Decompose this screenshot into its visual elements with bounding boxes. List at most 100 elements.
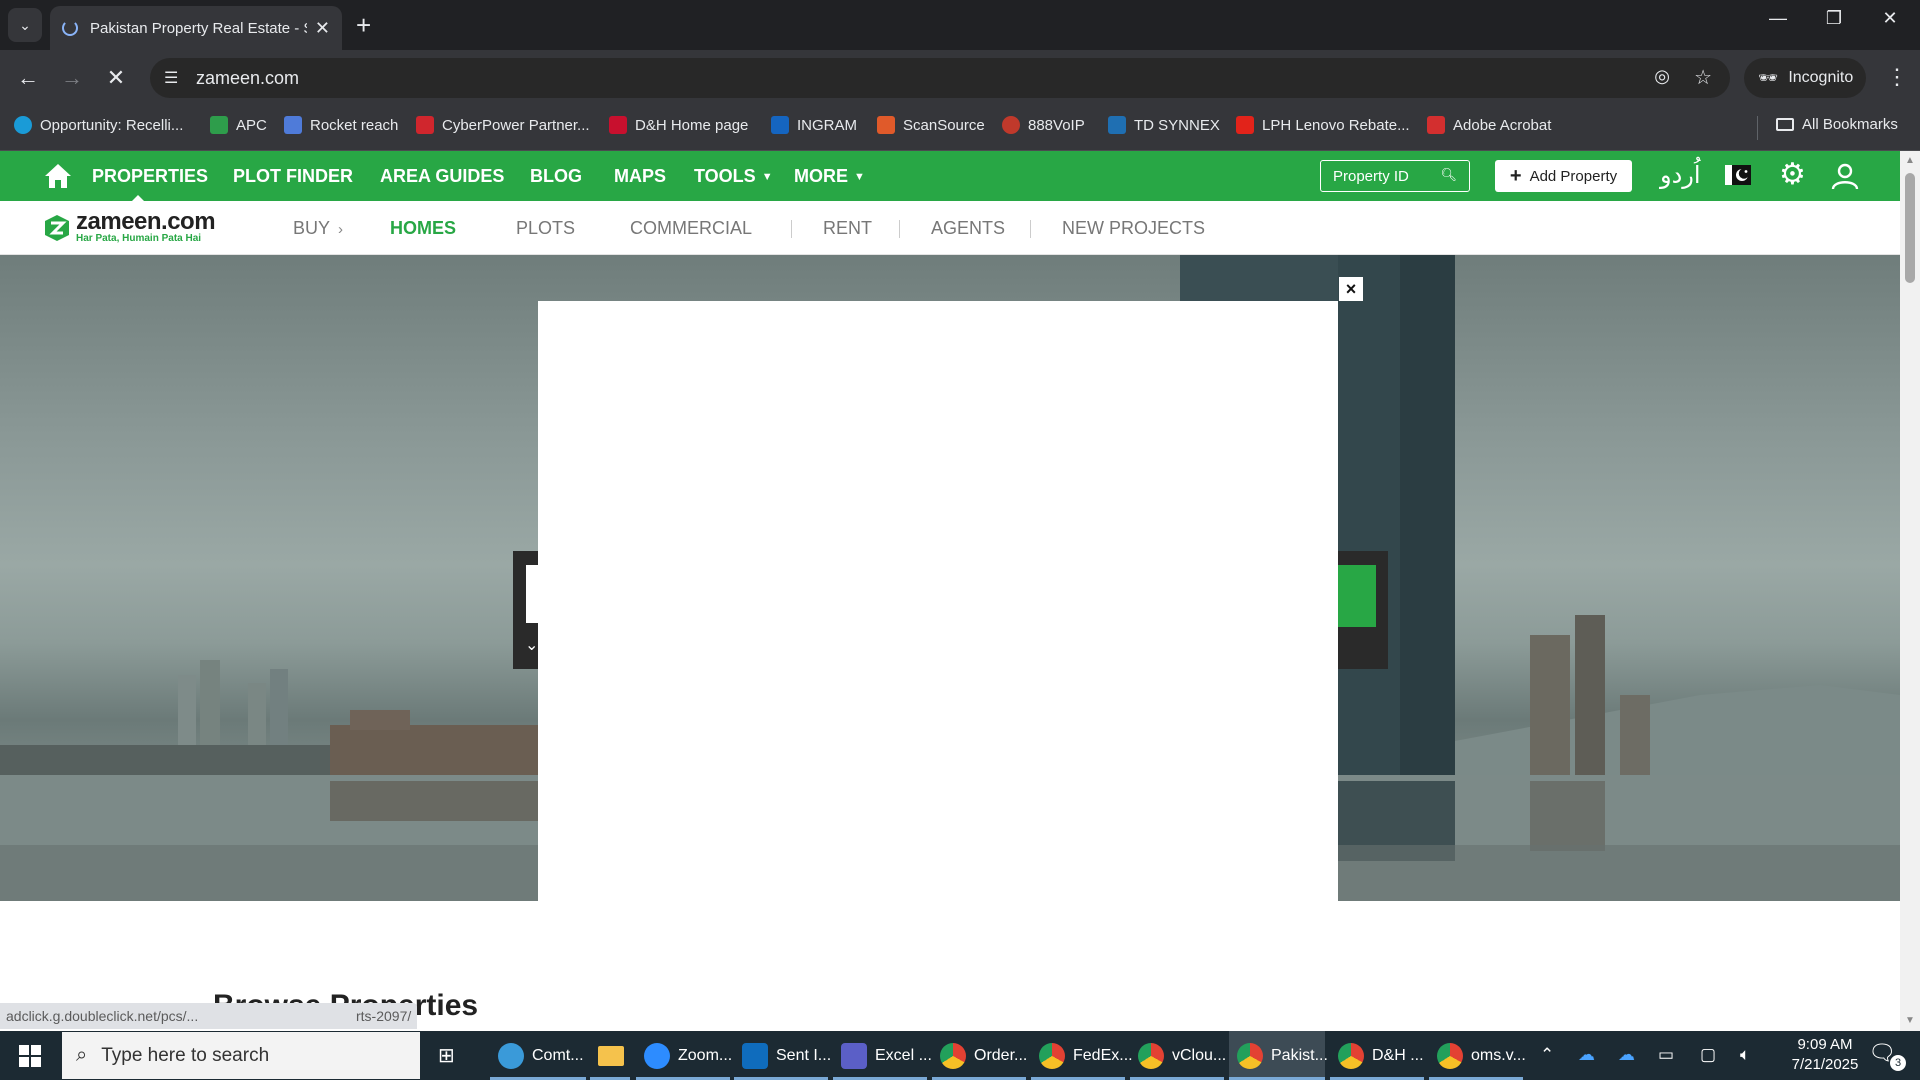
nav-tools[interactable]: TOOLS ▼ bbox=[694, 166, 773, 187]
tab-close-icon[interactable]: ✕ bbox=[315, 18, 330, 39]
minimize-icon[interactable]: — bbox=[1750, 8, 1806, 29]
windows-start-button[interactable] bbox=[0, 1031, 60, 1080]
nav-maps[interactable]: MAPS bbox=[614, 166, 666, 187]
incognito-label: Incognito bbox=[1788, 69, 1854, 86]
bookmarks-bar: Opportunity: Recelli... APC Rocket reach… bbox=[0, 106, 1920, 151]
status-url-left: adclick.g.doubleclick.net/pcs/... bbox=[6, 1008, 199, 1024]
taskbar-app-chrome-oms[interactable]: oms.v... bbox=[1429, 1031, 1526, 1080]
bookmark-rocket-reach[interactable]: Rocket reach bbox=[284, 116, 398, 134]
bookmark-888voip[interactable]: 888VoIP bbox=[1002, 116, 1085, 134]
ad-popup-modal[interactable] bbox=[538, 301, 1338, 901]
volume-icon[interactable]: 🔈︎ bbox=[1740, 1045, 1750, 1065]
taskbar-app-chrome-order[interactable]: Order... bbox=[932, 1031, 1027, 1080]
battery-icon[interactable]: ▭ bbox=[1658, 1045, 1674, 1065]
browser-tab-active[interactable]: Pakistan Property Real Estate - S ✕ bbox=[50, 6, 342, 50]
taskbar-app-chrome-pakistan[interactable]: Pakist... bbox=[1229, 1031, 1328, 1080]
forward-arrow-icon[interactable]: → bbox=[56, 62, 88, 94]
outlook-icon bbox=[742, 1042, 768, 1069]
salesforce-icon bbox=[14, 116, 32, 134]
taskbar-clock[interactable]: 9:09 AM 7/21/2025 bbox=[1770, 1035, 1880, 1075]
subnav-divider bbox=[899, 220, 900, 238]
subnav-buy[interactable]: BUY › bbox=[293, 218, 343, 239]
tray-chevron-up-icon[interactable]: ⌃ bbox=[1540, 1045, 1554, 1065]
address-url[interactable]: zameen.com bbox=[196, 68, 299, 89]
search-button-edge[interactable] bbox=[1338, 565, 1376, 627]
taskbar-app-teams[interactable]: Excel ... bbox=[833, 1031, 932, 1080]
new-tab-plus-icon[interactable]: + bbox=[356, 10, 371, 40]
bookmark-apc[interactable]: APC bbox=[210, 116, 267, 134]
onedrive-business-icon[interactable]: ☁ bbox=[1618, 1045, 1635, 1065]
taskbar-app-chrome-fedex[interactable]: FedEx... bbox=[1031, 1031, 1133, 1080]
taskbar-app-outlook[interactable]: Sent I... bbox=[734, 1031, 831, 1080]
restore-icon[interactable]: ❐ bbox=[1806, 8, 1862, 29]
subnav-homes[interactable]: HOMES bbox=[390, 218, 456, 239]
taskbar-file-explorer[interactable] bbox=[590, 1031, 630, 1080]
bookmark-opportunity[interactable]: Opportunity: Recelli... bbox=[14, 116, 183, 134]
hero-search-panel-right-edge bbox=[1338, 551, 1388, 669]
taskbar-app-chrome-dh[interactable]: D&H ... bbox=[1330, 1031, 1424, 1080]
settings-gear-icon[interactable]: ⚙ bbox=[1779, 160, 1806, 190]
windows-logo-icon bbox=[19, 1044, 41, 1067]
scroll-up-arrow-icon[interactable]: ▲ bbox=[1905, 155, 1915, 166]
property-id-search[interactable]: Property ID 🔍︎ bbox=[1320, 160, 1470, 192]
nav-more[interactable]: MORE ▼ bbox=[794, 166, 865, 187]
bookmark-lph-lenovo[interactable]: LPH Lenovo Rebate... bbox=[1236, 116, 1410, 134]
folder-icon bbox=[598, 1045, 624, 1066]
network-icon[interactable]: ▢ bbox=[1700, 1045, 1716, 1065]
bookmark-label: Adobe Acrobat bbox=[1453, 116, 1552, 134]
nav-blog[interactable]: BLOG bbox=[530, 166, 582, 187]
subnav-agents[interactable]: AGENTS bbox=[931, 218, 1005, 239]
bookmark-cyberpower[interactable]: CyberPower Partner... bbox=[416, 116, 590, 134]
add-property-label: Add Property bbox=[1529, 167, 1618, 185]
bookmark-scansource[interactable]: ScanSource bbox=[877, 116, 985, 134]
pakistan-flag-icon[interactable] bbox=[1725, 165, 1751, 185]
page-scrollbar[interactable]: ▲ ▼ bbox=[1900, 151, 1920, 1031]
onedrive-icon[interactable]: ☁ bbox=[1578, 1045, 1595, 1065]
back-arrow-icon[interactable]: ← bbox=[12, 62, 44, 94]
subnav-commercial[interactable]: COMMERCIAL bbox=[630, 218, 752, 239]
home-icon[interactable] bbox=[44, 163, 72, 189]
taskbar-app-chrome-vcloud[interactable]: vClou... bbox=[1130, 1031, 1226, 1080]
subnav-rent[interactable]: RENT bbox=[823, 218, 872, 239]
zameen-logo-mark-icon bbox=[45, 214, 69, 241]
bookmark-td-synnex[interactable]: TD SYNNEX bbox=[1108, 116, 1220, 134]
bookmark-dh-home[interactable]: D&H Home page bbox=[609, 116, 748, 134]
task-view-icon[interactable]: ⊞ bbox=[438, 1043, 455, 1068]
incognito-badge[interactable]: 🕶 Incognito bbox=[1744, 58, 1866, 98]
browser-menu-icon[interactable]: ⋮ bbox=[1886, 64, 1908, 90]
subnav-plots[interactable]: PLOTS bbox=[516, 218, 575, 239]
user-account-icon[interactable] bbox=[1831, 162, 1859, 190]
nav-properties[interactable]: PROPERTIES bbox=[92, 166, 208, 187]
urdu-language-toggle[interactable]: اُردو bbox=[1660, 161, 1701, 189]
stop-loading-icon[interactable]: ✕ bbox=[100, 62, 132, 94]
search-icon[interactable]: 🔍︎ bbox=[1440, 167, 1457, 183]
address-bar[interactable]: ☰ zameen.com ◎ ☆ bbox=[150, 58, 1730, 98]
bookmark-ingram[interactable]: INGRAM bbox=[771, 116, 857, 134]
chevron-down-icon[interactable]: ⌄ bbox=[525, 635, 538, 655]
nav-plot-finder[interactable]: PLOT FINDER bbox=[233, 166, 353, 187]
scroll-down-arrow-icon[interactable]: ▼ bbox=[1905, 1015, 1915, 1026]
logo-text: zameen.com bbox=[76, 208, 216, 235]
bookmark-star-icon[interactable]: ☆ bbox=[1694, 65, 1712, 90]
taskbar-search-box[interactable]: ⌕ Type here to search bbox=[62, 1032, 420, 1079]
nav-tools-label: TOOLS bbox=[694, 166, 756, 186]
bookmarks-divider bbox=[1757, 116, 1758, 140]
zoom-icon bbox=[644, 1042, 670, 1069]
add-property-button[interactable]: + Add Property bbox=[1495, 160, 1632, 192]
window-close-icon[interactable]: ✕ bbox=[1862, 8, 1918, 29]
scroll-thumb[interactable] bbox=[1905, 173, 1915, 283]
subnav-new-projects[interactable]: NEW PROJECTS bbox=[1062, 218, 1205, 239]
all-bookmarks[interactable]: All Bookmarks bbox=[1776, 116, 1898, 133]
chrome-icon bbox=[1338, 1042, 1364, 1069]
tab-search-chevron-icon[interactable]: ⌄ bbox=[8, 8, 42, 42]
taskbar-app-comt[interactable]: Comt... bbox=[490, 1031, 586, 1080]
nav-area-guides[interactable]: AREA GUIDES bbox=[380, 166, 504, 187]
taskbar-app-zoom[interactable]: Zoom... bbox=[636, 1031, 732, 1080]
bookmark-adobe-acrobat[interactable]: Adobe Acrobat bbox=[1427, 116, 1551, 134]
zameen-logo[interactable]: zameen.com Har Pata, Humain Pata Hai bbox=[42, 208, 216, 244]
td-synnex-icon bbox=[1108, 116, 1126, 134]
tracking-eye-off-icon[interactable]: ◎ bbox=[1654, 66, 1670, 87]
bookmark-label: D&H Home page bbox=[635, 116, 749, 134]
site-info-icon[interactable]: ☰ bbox=[164, 68, 178, 88]
modal-close-icon[interactable]: × bbox=[1339, 277, 1363, 301]
